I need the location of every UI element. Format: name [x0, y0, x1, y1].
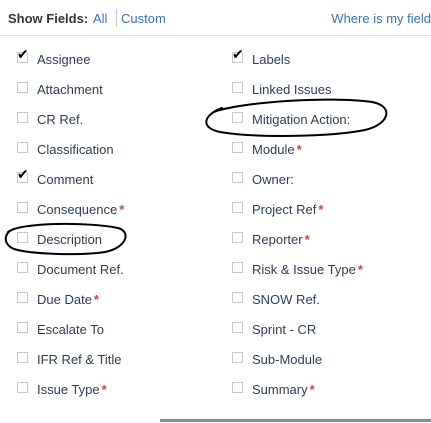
field-checkbox[interactable]: [232, 112, 243, 123]
field-label: Classification: [37, 142, 114, 157]
field-checkbox[interactable]: ✔: [17, 168, 29, 183]
field-checkbox[interactable]: [232, 352, 243, 363]
required-marker: *: [357, 262, 363, 277]
field-checkbox[interactable]: [17, 322, 28, 333]
required-marker: *: [119, 202, 125, 217]
field-label: Owner:: [252, 172, 294, 187]
field-checkbox[interactable]: [17, 352, 28, 363]
required-marker: *: [101, 382, 107, 397]
field-label: Sub-Module: [252, 352, 322, 367]
field-checkbox[interactable]: [232, 322, 243, 333]
field-label-text: Project Ref: [252, 202, 317, 217]
field-label-text: Description: [37, 232, 103, 247]
field-label: CR Ref.: [37, 112, 83, 127]
field-checkbox[interactable]: [232, 202, 243, 213]
field-label: Description: [37, 232, 102, 247]
field-label: Issue Type *: [37, 382, 107, 397]
field-label-text: Assignee: [37, 52, 91, 67]
field-label-text: Linked Issues: [252, 82, 332, 97]
field-label: Sprint - CR: [252, 322, 316, 337]
field-label: Risk & Issue Type *: [252, 262, 363, 277]
field-label-text: Summary: [252, 382, 308, 397]
where-is-my-field-link[interactable]: Where is my field: [331, 11, 431, 26]
checkmark-icon: ✔: [17, 167, 29, 183]
field-label-text: Mitigation Action:: [252, 112, 351, 127]
show-all-link[interactable]: All: [93, 11, 107, 26]
field-label: Module *: [252, 142, 302, 157]
field-label: Due Date *: [37, 292, 99, 307]
field-checkbox[interactable]: [232, 292, 243, 303]
field-label: Summary *: [252, 382, 315, 397]
field-label: SNOW Ref.: [252, 292, 320, 307]
field-label: Project Ref *: [252, 202, 323, 217]
show-fields-label: Show Fields:: [8, 11, 89, 26]
field-checkbox[interactable]: [17, 292, 28, 303]
field-label: Reporter *: [252, 232, 310, 247]
field-checkbox[interactable]: [232, 262, 243, 273]
header-divider-line: [0, 35, 431, 36]
field-checkbox[interactable]: [232, 82, 243, 93]
checkmark-icon: ✔: [232, 47, 244, 63]
field-label-text: Comment: [37, 172, 94, 187]
header-divider: [116, 9, 117, 27]
field-label: Assignee: [37, 52, 90, 67]
field-label-text: Document Ref.: [37, 262, 124, 277]
field-label-text: Attachment: [37, 82, 103, 97]
field-checkbox[interactable]: [232, 232, 243, 243]
required-marker: *: [304, 232, 310, 247]
field-label: Mitigation Action:: [252, 112, 350, 127]
field-label-text: SNOW Ref.: [252, 292, 320, 307]
field-checkbox[interactable]: [17, 262, 28, 273]
field-label: Escalate To: [37, 322, 104, 337]
field-label-text: Reporter: [252, 232, 303, 247]
field-label-text: Consequence: [37, 202, 118, 217]
field-label-text: Sub-Module: [252, 352, 323, 367]
field-label-text: CR Ref.: [37, 112, 84, 127]
required-marker: *: [296, 142, 302, 157]
field-label-text: Issue Type: [37, 382, 100, 397]
show-fields-header: Show Fields: All Custom Where is my fiel…: [0, 0, 431, 36]
checkmark-icon: ✔: [17, 47, 29, 63]
field-label-text: IFR Ref & Title: [37, 352, 122, 367]
field-checkbox[interactable]: [232, 172, 243, 183]
field-checkbox[interactable]: [232, 382, 243, 393]
required-marker: *: [309, 382, 315, 397]
bottom-scroll-bar[interactable]: [160, 419, 431, 422]
field-checkbox[interactable]: [17, 142, 28, 153]
field-label-text: Module: [252, 142, 295, 157]
field-label-text: Owner:: [252, 172, 294, 187]
field-label: Attachment: [37, 82, 103, 97]
field-checkbox[interactable]: [17, 382, 28, 393]
field-label-text: Classification: [37, 142, 114, 157]
show-custom-link[interactable]: Custom: [121, 11, 166, 26]
field-checkbox[interactable]: ✔: [17, 48, 29, 63]
field-label: Document Ref.: [37, 262, 124, 277]
field-label-text: Labels: [252, 52, 291, 67]
required-marker: *: [318, 202, 324, 217]
field-label: Labels: [252, 52, 290, 67]
field-checkbox[interactable]: ✔: [232, 48, 244, 63]
field-checkbox[interactable]: [17, 112, 28, 123]
field-label: Comment: [37, 172, 93, 187]
field-checkbox[interactable]: [17, 202, 28, 213]
field-label-text: Sprint - CR: [252, 322, 317, 337]
required-marker: *: [93, 292, 99, 307]
field-label: Consequence *: [37, 202, 124, 217]
field-label-text: Due Date: [37, 292, 92, 307]
field-checkbox[interactable]: [17, 82, 28, 93]
field-label-text: Risk & Issue Type: [252, 262, 356, 277]
field-label-text: Escalate To: [37, 322, 104, 337]
field-label: IFR Ref & Title: [37, 352, 122, 367]
field-label: Linked Issues: [252, 82, 332, 97]
field-checkbox[interactable]: [17, 232, 28, 243]
field-checkbox[interactable]: [232, 142, 243, 153]
